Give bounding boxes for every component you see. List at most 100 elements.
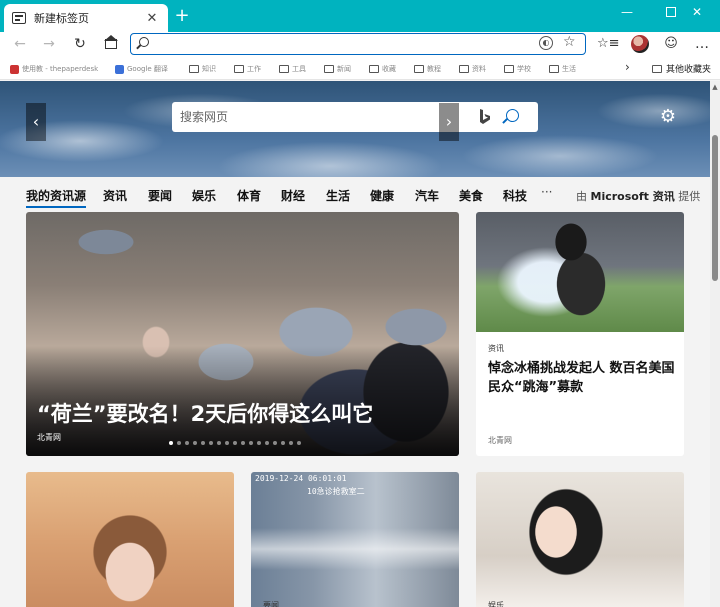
article-card[interactable]: 2019-12-24 06:01:01 10急诊抢救室二	[251, 472, 459, 607]
article-category: 要闻	[263, 601, 279, 607]
carousel-dot[interactable]	[281, 441, 285, 445]
scrollbar-thumb[interactable]	[712, 135, 718, 281]
favorite-folder[interactable]: 新闻	[324, 62, 351, 76]
favorite-folder[interactable]: 生活	[549, 62, 576, 76]
home-icon-body	[105, 39, 117, 49]
provider-credit[interactable]: 由 Microsoft 资讯 提供	[576, 188, 700, 204]
new-tab-button[interactable]: +	[172, 6, 192, 26]
forward-button[interactable]: →	[39, 34, 59, 54]
more-categories-button[interactable]: ···	[541, 185, 552, 199]
address-input[interactable]	[157, 35, 527, 53]
folder-icon	[652, 64, 662, 73]
folder-icon	[279, 65, 289, 73]
cctv-caption: 10急诊抢救室二	[307, 487, 365, 496]
gear-icon[interactable]: ⚙	[659, 108, 677, 126]
folder-icon	[549, 65, 559, 73]
address-bar[interactable]: ◐ ☆	[130, 33, 586, 55]
avatar	[631, 35, 649, 53]
carousel-dot[interactable]	[177, 441, 181, 445]
favorite-folder[interactable]: 知识	[189, 62, 216, 76]
featured-article-title[interactable]: “荷兰”要改名！2天后你得这么叫它	[37, 398, 373, 428]
folder-icon	[504, 65, 514, 73]
carousel-dot[interactable]	[217, 441, 221, 445]
article-card[interactable]	[26, 472, 234, 607]
tab-lifestyle[interactable]: 生活	[326, 187, 350, 204]
article-category: 娱乐	[488, 601, 504, 607]
folder-icon	[324, 65, 334, 73]
favorite-folder[interactable]: 工作	[234, 62, 261, 76]
tab-headlines[interactable]: 要闻	[148, 187, 172, 204]
favorite-folder[interactable]: 学校	[504, 62, 531, 76]
site-icon	[115, 64, 124, 74]
bing-icon[interactable]	[478, 108, 492, 126]
article-card[interactable]	[476, 212, 684, 456]
tracking-prevention-icon[interactable]: ◐	[539, 36, 553, 50]
carousel-dot[interactable]	[193, 441, 197, 445]
feedback-button[interactable]: ☺	[661, 34, 681, 54]
back-button[interactable]: ←	[10, 34, 30, 54]
add-favorite-icon[interactable]: ☆	[563, 34, 576, 50]
favorites-bar: 使用教 - thepaperdesk Google 翻译 知识 工作 工具 新闻…	[0, 56, 720, 80]
minimize-button[interactable]: —	[604, 0, 650, 24]
folder-icon	[234, 65, 244, 73]
folder-icon	[189, 65, 199, 73]
scroll-up-arrow[interactable]: ▲	[710, 81, 720, 93]
tab-my-feed[interactable]: 我的资讯源	[26, 187, 87, 208]
favorite-folder[interactable]: 收藏	[369, 62, 396, 76]
carousel-dot[interactable]	[209, 441, 213, 445]
favorite-item[interactable]: 使用教 - thepaperdesk	[10, 62, 98, 76]
carousel-next-button[interactable]: ›	[439, 103, 459, 141]
close-tab-icon[interactable]: ✕	[144, 11, 160, 26]
favorites-button[interactable]: ☆≡	[597, 34, 620, 54]
search-icon	[139, 37, 149, 47]
carousel-prev-button[interactable]: ‹	[26, 103, 46, 141]
browser-toolbar: ← → ↻ ◐ ☆ ☆≡ ☺ …	[0, 32, 720, 56]
favorites-overflow-button[interactable]: ›	[625, 60, 630, 74]
carousel-dot[interactable]	[289, 441, 293, 445]
folder-icon	[369, 65, 379, 73]
article-card[interactable]	[476, 472, 684, 607]
tab-finance[interactable]: 财经	[281, 187, 305, 204]
carousel-dot[interactable]	[233, 441, 237, 445]
article-title[interactable]: 悼念冰桶挑战发起人 数百名美国民众“跳海”募款	[488, 359, 678, 397]
carousel-dot[interactable]	[273, 441, 277, 445]
search-input[interactable]	[180, 108, 470, 126]
more-menu-button[interactable]: …	[692, 34, 712, 54]
tab-health[interactable]: 健康	[370, 187, 394, 204]
carousel-dot[interactable]	[265, 441, 269, 445]
tab-autos[interactable]: 汽车	[415, 187, 439, 204]
folder-icon	[414, 65, 424, 73]
favorite-folder[interactable]: 资料	[459, 62, 486, 76]
carousel-dot[interactable]	[225, 441, 229, 445]
new-tab-page-icon	[12, 12, 26, 24]
favorite-folder[interactable]: 教程	[414, 62, 441, 76]
carousel-dot[interactable]	[249, 441, 253, 445]
refresh-button[interactable]: ↻	[70, 34, 90, 54]
article-source: 北青网	[488, 436, 512, 445]
close-window-button[interactable]: ✕	[674, 0, 720, 24]
carousel-indicators	[169, 441, 301, 445]
carousel-dot[interactable]	[297, 441, 301, 445]
carousel-dot[interactable]	[257, 441, 261, 445]
tab-food[interactable]: 美食	[459, 187, 483, 204]
favorite-folder[interactable]: 工具	[279, 62, 306, 76]
tab-sports[interactable]: 体育	[237, 187, 261, 204]
favorite-item[interactable]: Google 翻译	[115, 62, 168, 76]
other-favorites-folder[interactable]: 其他收藏夹	[652, 62, 711, 75]
article-category: 资讯	[488, 344, 504, 353]
carousel-dot[interactable]	[241, 441, 245, 445]
carousel-dot[interactable]	[185, 441, 189, 445]
page-scrollbar[interactable]: ▲	[710, 81, 720, 607]
carousel-dot[interactable]	[169, 441, 173, 445]
site-icon	[10, 64, 19, 74]
carousel-dot[interactable]	[201, 441, 205, 445]
profile-button[interactable]	[630, 34, 650, 54]
tab-tech[interactable]: 科技	[503, 187, 527, 204]
tab-entertainment[interactable]: 娱乐	[192, 187, 216, 204]
tab-news[interactable]: 资讯	[103, 187, 127, 204]
cctv-timestamp: 2019-12-24 06:01:01	[255, 474, 347, 483]
active-tab[interactable]: 新建标签页 ✕	[4, 4, 168, 32]
home-button[interactable]	[101, 34, 121, 54]
web-search-box[interactable]	[172, 102, 538, 132]
search-icon[interactable]	[506, 109, 519, 122]
